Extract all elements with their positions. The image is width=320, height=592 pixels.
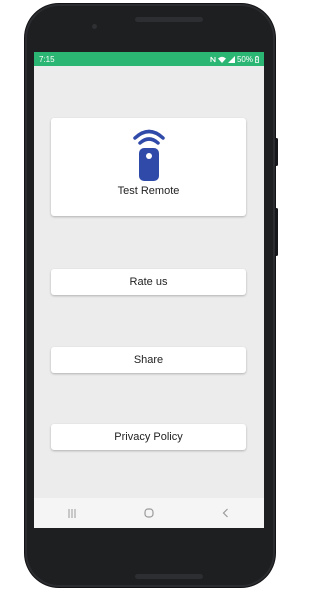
recents-button[interactable] <box>57 503 87 523</box>
bottom-speaker <box>135 574 203 579</box>
wifi-icon <box>217 56 226 63</box>
battery-icon <box>255 55 259 63</box>
top-speaker <box>135 17 203 22</box>
signal-icon <box>227 55 235 63</box>
share-button[interactable]: Share <box>51 347 246 373</box>
recents-icon <box>68 508 76 518</box>
screen: 7:15 50% Test Remote Rate us Share Priva… <box>34 52 264 528</box>
test-remote-label: Test Remote <box>117 185 180 197</box>
home-button[interactable] <box>134 503 164 523</box>
remote-wifi-icon <box>132 129 165 181</box>
status-time: 7:15 <box>39 54 55 64</box>
home-icon <box>144 508 154 518</box>
test-remote-card[interactable]: Test Remote <box>51 118 246 216</box>
back-icon <box>222 508 229 518</box>
rate-us-button[interactable]: Rate us <box>51 269 246 295</box>
nfc-icon <box>210 56 216 62</box>
power-button <box>275 138 278 166</box>
battery-percent: 50% <box>236 54 253 64</box>
volume-button <box>275 208 278 256</box>
privacy-policy-button[interactable]: Privacy Policy <box>51 424 246 450</box>
navigation-bar <box>34 498 264 528</box>
status-icons: 50% <box>210 55 259 64</box>
back-button[interactable] <box>211 503 241 523</box>
content-area: Test Remote Rate us Share Privacy Policy <box>34 66 264 498</box>
status-bar: 7:15 50% <box>34 52 264 66</box>
front-camera <box>92 24 97 29</box>
